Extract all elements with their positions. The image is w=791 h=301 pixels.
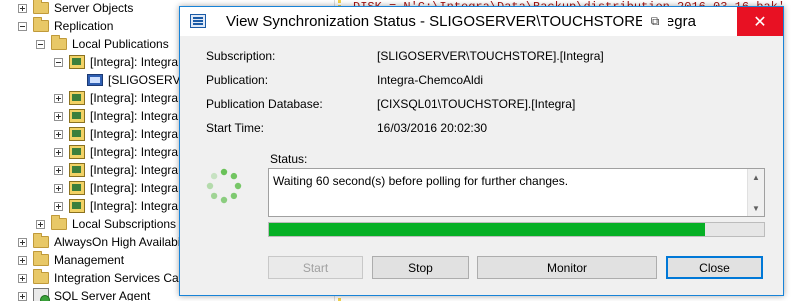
agent-icon <box>33 288 50 301</box>
publication-icon <box>69 55 85 69</box>
tree-item[interactable]: [Integra]: Integra <box>54 161 178 179</box>
collapse-icon[interactable] <box>36 39 45 49</box>
tree-item[interactable]: [Integra]: Integra <box>54 107 178 125</box>
close-button[interactable]: Close <box>666 256 763 279</box>
tree-item[interactable]: [Integra]: Integra <box>54 179 178 197</box>
publication-icon <box>69 163 85 177</box>
folder-icon <box>33 233 49 248</box>
view-synchronization-status-dialog: View Synchronization Status - SLIGOSERVE… <box>179 6 784 296</box>
window-app-icon <box>190 14 206 28</box>
tree-item-label: [Integra]: Integra <box>90 109 179 123</box>
expand-icon[interactable] <box>54 183 63 193</box>
tree-item-label: AlwaysOn High Availabi <box>54 235 181 249</box>
tree-item[interactable]: Management <box>18 251 124 269</box>
dialog-titlebar[interactable]: View Synchronization Status - SLIGOSERVE… <box>180 7 783 36</box>
folder-icon <box>33 251 49 266</box>
tree-item-label: [Integra]: Integra <box>90 181 179 195</box>
publication-icon <box>69 127 85 141</box>
expand-icon[interactable] <box>18 3 27 13</box>
monitor-button[interactable]: Monitor <box>477 256 657 279</box>
tree-item-label: Integration Services Cata <box>54 271 189 285</box>
tree-item[interactable]: [SLIGOSERVE <box>72 71 188 89</box>
publication-database-value: [CIXSQL01\TOUCHSTORE].[Integra] <box>377 97 576 111</box>
tree-item[interactable]: Local Publications <box>36 35 169 53</box>
subscription-value: [SLIGOSERVER\TOUCHSTORE].[Integra] <box>377 49 604 63</box>
tree-item[interactable]: [Integra]: Integra <box>54 53 178 71</box>
tree-item-label: [Integra]: Integra <box>90 145 179 159</box>
tree-item[interactable]: [Integra]: Integra <box>54 197 178 215</box>
tree-item[interactable]: Server Objects <box>18 0 133 17</box>
publication-icon <box>69 109 85 123</box>
tree-item-label: [Integra]: Integra <box>90 55 179 69</box>
sync-spinner-icon <box>206 168 242 204</box>
status-scrollbar[interactable]: ▲ ▼ <box>747 169 764 216</box>
publication-icon <box>69 91 85 105</box>
scroll-down-arrow-icon[interactable]: ▼ <box>748 200 764 216</box>
folder-icon <box>51 35 67 50</box>
publication-icon <box>69 145 85 159</box>
expand-icon[interactable] <box>54 129 63 139</box>
publication-database-label: Publication Database: <box>206 97 323 111</box>
expand-icon[interactable] <box>54 147 63 157</box>
start-time-value: 16/03/2016 20:02:30 <box>377 121 488 135</box>
status-text: Waiting 60 second(s) before polling for … <box>273 174 569 188</box>
collapse-icon[interactable] <box>18 21 27 31</box>
publication-value: Integra-ChemcoAldi <box>377 73 484 87</box>
collapse-icon[interactable] <box>54 57 63 67</box>
tree-item[interactable]: [Integra]: Integra <box>54 89 178 107</box>
close-icon: ✕ <box>753 13 767 31</box>
tree-item-label: Replication <box>54 19 114 33</box>
expand-icon[interactable] <box>54 201 63 211</box>
expand-icon[interactable] <box>18 237 27 247</box>
folder-icon <box>33 17 49 32</box>
object-explorer-tree: Server Objects Replication Local Publicati… <box>0 0 200 301</box>
stop-button[interactable]: Stop <box>372 256 469 279</box>
subscription-icon <box>87 74 103 86</box>
tree-item[interactable]: [Integra]: Integra <box>54 125 178 143</box>
expand-icon[interactable] <box>18 273 27 283</box>
expand-icon[interactable] <box>54 111 63 121</box>
expand-icon[interactable] <box>54 93 63 103</box>
tree-item-label: [Integra]: Integra <box>90 127 179 141</box>
expand-icon[interactable] <box>18 291 27 301</box>
expand-icon[interactable] <box>54 165 63 175</box>
start-time-label: Start Time: <box>206 121 265 135</box>
tree-item[interactable]: Local Subscriptions <box>36 215 176 233</box>
publication-icon <box>69 181 85 195</box>
start-button[interactable]: Start <box>268 256 363 279</box>
dialog-title: View Synchronization Status - SLIGOSERVE… <box>226 13 696 30</box>
tree-item[interactable]: Replication <box>18 17 113 35</box>
restore-icon: ⧉ <box>650 14 660 28</box>
publication-label: Publication: <box>206 73 269 87</box>
close-window-button[interactable]: ✕ <box>737 7 783 36</box>
tree-item[interactable]: [Integra]: Integra <box>54 143 178 161</box>
tree-item-label: [SLIGOSERVE <box>108 73 189 87</box>
tree-item-label: [Integra]: Integra <box>90 163 179 177</box>
tree-item[interactable]: AlwaysOn High Availabi <box>18 233 181 251</box>
tree-item-label: [Integra]: Integra <box>90 91 179 105</box>
scroll-up-arrow-icon[interactable]: ▲ <box>748 169 764 185</box>
tree-item-label: SQL Server Agent <box>54 289 151 301</box>
tree-item-label: [Integra]: Integra <box>90 199 179 213</box>
subscription-label: Subscription: <box>206 49 276 63</box>
progress-fill <box>269 223 705 236</box>
folder-icon <box>51 215 67 230</box>
tree-item-label: Management <box>54 253 125 267</box>
folder-icon <box>33 0 49 14</box>
sync-progress-bar <box>268 222 765 237</box>
expand-icon[interactable] <box>36 219 45 229</box>
tree-item-label: Local Publications <box>72 37 169 51</box>
restore-button[interactable]: ⧉ <box>642 7 668 36</box>
tree-item[interactable]: Integration Services Cata <box>18 269 189 287</box>
folder-icon <box>33 269 49 284</box>
tree-item-label: Server Objects <box>54 1 134 15</box>
tree-item[interactable]: SQL Server Agent <box>18 287 150 301</box>
expand-icon[interactable] <box>18 255 27 265</box>
publication-icon <box>69 199 85 213</box>
status-label: Status: <box>270 152 308 166</box>
status-textbox[interactable]: Waiting 60 second(s) before polling for … <box>268 168 765 217</box>
tree-item-label: Local Subscriptions <box>72 217 177 231</box>
